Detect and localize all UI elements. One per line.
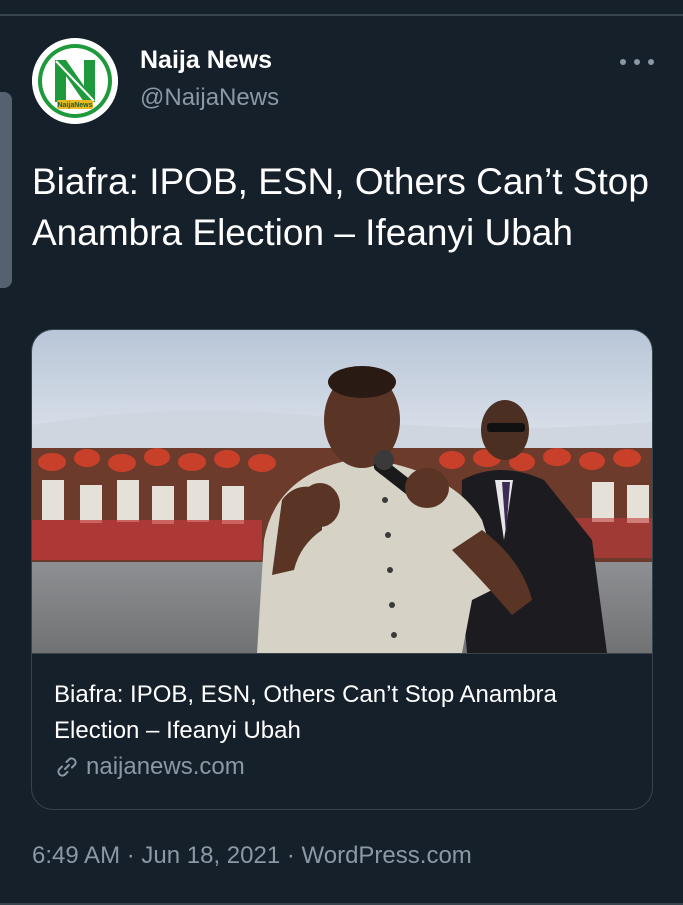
meta-separator: · [280, 842, 302, 869]
more-options-icon[interactable] [620, 50, 654, 74]
author-name[interactable]: Naija News [140, 46, 272, 75]
avatar-logo-text: NaijaNews [57, 102, 92, 109]
tweet-date[interactable]: Jun 18, 2021 [141, 842, 280, 869]
event-photo [32, 330, 652, 653]
meta-separator: · [120, 842, 142, 869]
more-dot [648, 59, 654, 65]
link-card[interactable]: Biafra: IPOB, ESN, Others Can’t Stop Ana… [31, 329, 653, 810]
side-scroll-handle[interactable] [0, 92, 12, 288]
tweet-source[interactable]: WordPress.com [302, 842, 472, 869]
card-image[interactable] [32, 330, 652, 653]
card-domain-text: naijanews.com [86, 753, 245, 780]
card-domain[interactable]: naijanews.com [54, 753, 245, 781]
more-dot [620, 59, 626, 65]
more-dot [634, 59, 640, 65]
author-handle[interactable]: @NaijaNews [140, 84, 279, 112]
tweet-screen: NaijaNews Naija News @NaijaNews Biafra: … [0, 0, 683, 905]
naija-news-logo-icon: NaijaNews [32, 38, 118, 124]
top-divider [0, 14, 683, 16]
card-title[interactable]: Biafra: IPOB, ESN, Others Can’t Stop Ana… [54, 677, 634, 749]
avatar[interactable]: NaijaNews [32, 38, 118, 124]
tweet-meta: 6:49 AM · Jun 18, 2021 · WordPress.com [32, 842, 472, 870]
tweet-text: Biafra: IPOB, ESN, Others Can’t Stop Ana… [32, 161, 649, 253]
link-icon [54, 754, 80, 780]
tweet-time[interactable]: 6:49 AM [32, 842, 120, 869]
card-body[interactable]: Biafra: IPOB, ESN, Others Can’t Stop Ana… [32, 653, 652, 809]
